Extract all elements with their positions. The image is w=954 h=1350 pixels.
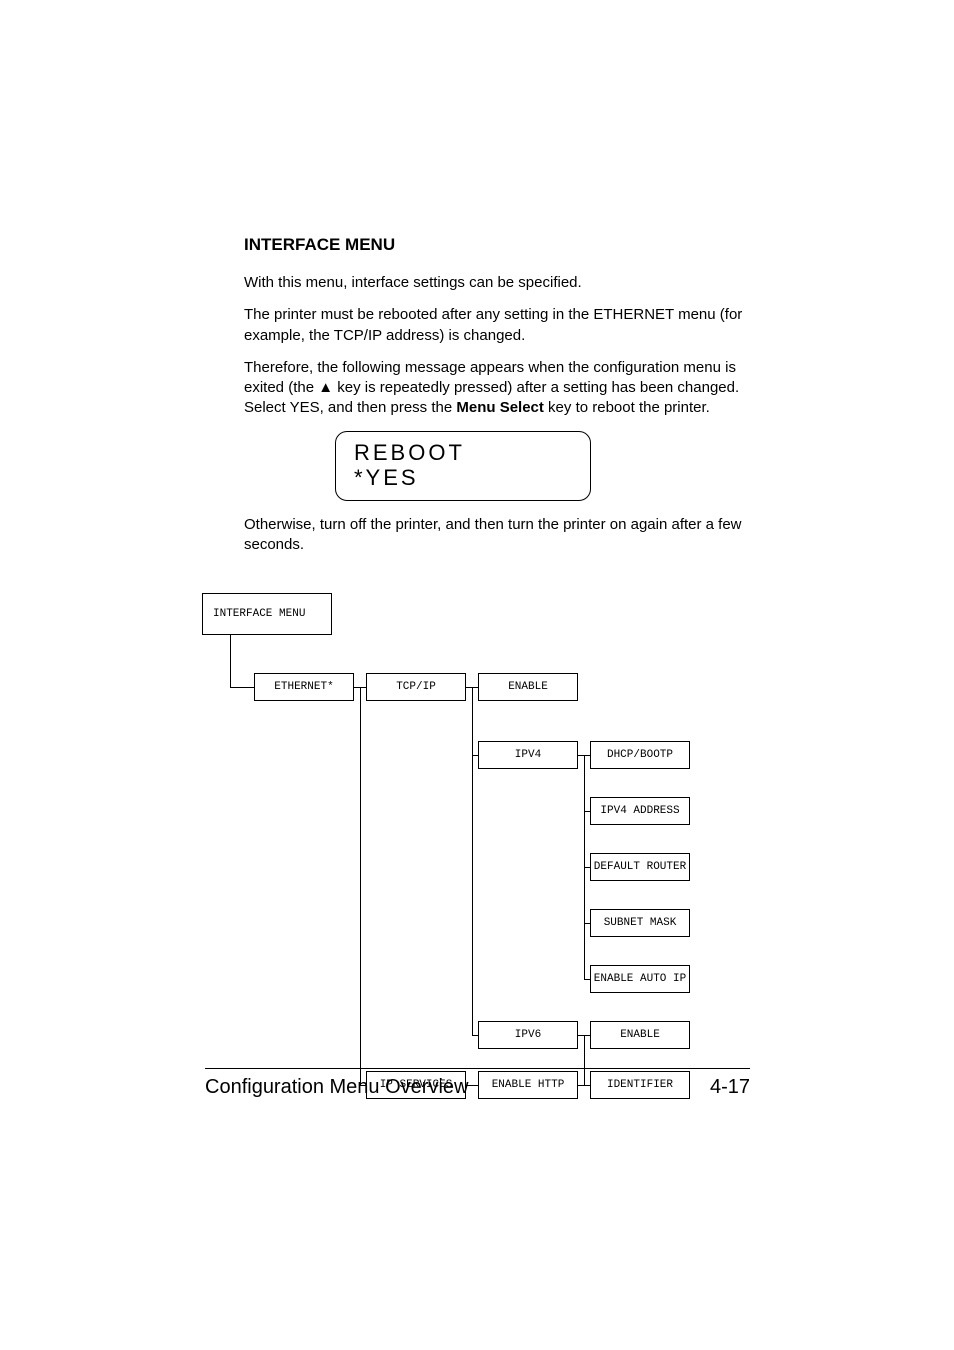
node-subnet-mask: SUBNET MASK: [590, 909, 690, 937]
para-otherwise: Otherwise, turn off the printer, and the…: [244, 515, 754, 556]
page: INTERFACE MENU With this menu, interface…: [0, 0, 954, 1350]
connector: [230, 687, 254, 688]
node-default-router: DEFAULT ROUTER: [590, 853, 690, 881]
para-reboot-note: The printer must be rebooted after any s…: [244, 305, 754, 346]
page-footer: Configuration Menu Overview 4-17: [205, 1076, 750, 1099]
node-ipv6: IPV6: [478, 1021, 578, 1049]
para-instruction: Therefore, the following message appears…: [244, 358, 754, 419]
node-ipv6-enable: ENABLE: [590, 1021, 690, 1049]
footer-rule: [205, 1068, 750, 1069]
connector: [472, 687, 473, 1035]
printer-display: REBOOT *YES: [335, 431, 591, 501]
section-heading: INTERFACE MENU: [244, 235, 754, 255]
node-interface-menu: INTERFACE MENU: [202, 593, 332, 635]
node-tcpip: TCP/IP: [366, 673, 466, 701]
menu-tree: INTERFACE MENU ETHERNET* TCP/IP ENABLE I…: [210, 593, 754, 1083]
node-enable-auto-ip: ENABLE AUTO IP: [590, 965, 690, 993]
footer-title: Configuration Menu Overview: [205, 1076, 468, 1099]
connector: [360, 687, 361, 1085]
para3-post: key to reboot the printer.: [544, 399, 710, 416]
node-ipv4-address: IPV4 ADDRESS: [590, 797, 690, 825]
node-dhcp-bootp: DHCP/BOOTP: [590, 741, 690, 769]
node-enable-tcpip: ENABLE: [478, 673, 578, 701]
footer-page-number: 4-17: [710, 1076, 750, 1099]
display-line-1: REBOOT: [354, 441, 574, 465]
para3-bold: Menu Select: [456, 399, 544, 416]
display-line-2: *YES: [354, 466, 574, 490]
para-intro: With this menu, interface settings can b…: [244, 273, 754, 293]
connector: [230, 635, 231, 688]
node-ethernet: ETHERNET*: [254, 673, 354, 701]
node-ipv4: IPV4: [478, 741, 578, 769]
